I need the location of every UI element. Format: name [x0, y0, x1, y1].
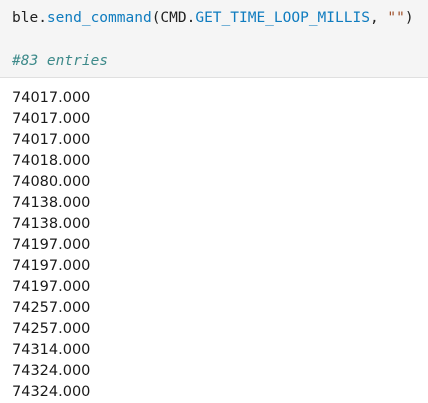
code-string-token: "" — [387, 10, 405, 26]
output-row: 74017.000 — [12, 111, 91, 127]
output-row: 74324.000 — [12, 384, 91, 400]
output-row: 74314.000 — [12, 342, 91, 358]
output-row: 74138.000 — [12, 216, 91, 232]
output-list: 74017.000 74017.000 74017.000 74018.000 … — [12, 88, 90, 403]
output-row: 74257.000 — [12, 321, 91, 337]
output-row: 74080.000 — [12, 174, 91, 190]
output-cell: 74017.000 74017.000 74017.000 74018.000 … — [0, 79, 428, 403]
code-input-cell[interactable]: ble.send_command(CMD.GET_TIME_LOOP_MILLI… — [0, 0, 428, 78]
code-method-token: send_command — [46, 10, 152, 26]
output-row: 74197.000 — [12, 279, 91, 295]
output-row: 74138.000 — [12, 195, 91, 211]
code-line[interactable]: ble.send_command(CMD.GET_TIME_LOOP_MILLI… — [12, 9, 414, 27]
code-paren-token: (CMD. — [151, 10, 196, 26]
output-row: 74197.000 — [12, 258, 91, 274]
code-comment: #83 entries — [12, 53, 109, 69]
code-comma-token: , — [369, 10, 388, 26]
output-row: 74017.000 — [12, 90, 91, 106]
output-row: 74017.000 — [12, 132, 91, 148]
output-row: 74324.000 — [12, 363, 91, 379]
code-constant-token: GET_TIME_LOOP_MILLIS — [195, 10, 370, 26]
code-close-paren-token: ) — [404, 10, 414, 26]
output-row: 74018.000 — [12, 153, 91, 169]
code-object-token: ble. — [12, 10, 47, 26]
output-row: 74257.000 — [12, 300, 91, 316]
output-row: 74197.000 — [12, 237, 91, 253]
